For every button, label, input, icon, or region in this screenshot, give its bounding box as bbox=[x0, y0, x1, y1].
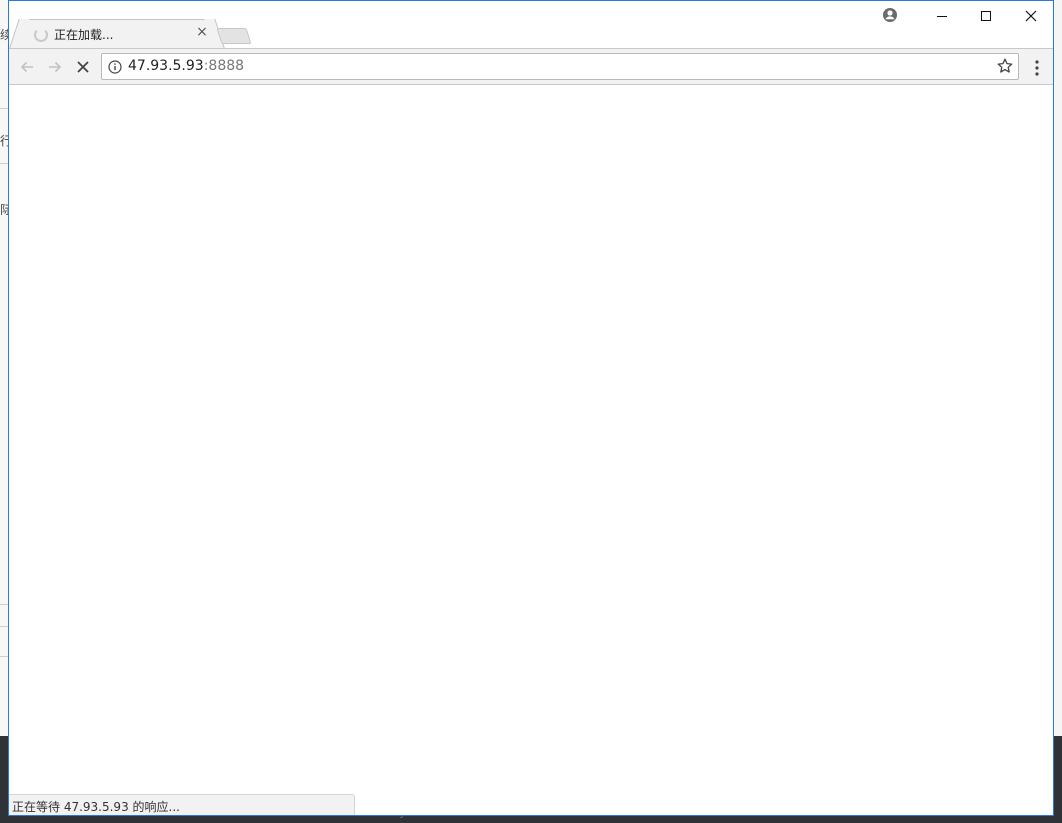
background-divider bbox=[0, 626, 8, 627]
background-text-fragment: 续 bbox=[0, 28, 8, 42]
close-window-button[interactable] bbox=[1008, 1, 1054, 31]
info-icon[interactable] bbox=[108, 59, 122, 74]
browser-window: 正在加载... × 47.93.5.93:8888 正在等待 47.93.5.9… bbox=[8, 0, 1054, 816]
profile-icon[interactable] bbox=[882, 7, 898, 23]
url-text[interactable]: 47.93.5.93:8888 bbox=[128, 58, 244, 74]
url-host: 47.93.5.93 bbox=[128, 58, 204, 74]
stop-button[interactable] bbox=[71, 55, 95, 79]
page-content-area[interactable] bbox=[9, 85, 1053, 815]
tab-close-button[interactable]: × bbox=[194, 24, 210, 40]
tab-title: 正在加载... bbox=[54, 28, 114, 42]
stop-icon bbox=[77, 61, 89, 73]
background-divider bbox=[0, 656, 8, 657]
bookmark-star-icon[interactable] bbox=[996, 57, 1014, 75]
maximize-icon bbox=[981, 11, 991, 21]
active-tab[interactable]: 正在加载... × bbox=[19, 19, 215, 48]
background-divider bbox=[0, 163, 8, 164]
close-icon bbox=[1025, 10, 1037, 22]
background-text-fragment: 际 bbox=[0, 203, 8, 217]
address-bar[interactable]: 47.93.5.93:8888 bbox=[101, 53, 1019, 80]
minimize-button[interactable] bbox=[919, 1, 965, 31]
browser-toolbar: 47.93.5.93:8888 bbox=[9, 48, 1053, 85]
back-arrow-icon bbox=[20, 61, 33, 73]
kebab-menu-icon[interactable] bbox=[1029, 59, 1045, 77]
back-button[interactable] bbox=[15, 55, 39, 79]
minimize-icon bbox=[937, 16, 947, 17]
status-bubble: 正在等待 47.93.5.93 的响应... bbox=[9, 794, 355, 815]
url-port: :8888 bbox=[203, 58, 245, 74]
new-tab-button[interactable] bbox=[216, 28, 252, 44]
maximize-button[interactable] bbox=[963, 1, 1009, 31]
background-divider bbox=[0, 108, 8, 109]
title-bar: 正在加载... × bbox=[9, 1, 1053, 48]
forward-arrow-icon bbox=[49, 61, 62, 73]
forward-button[interactable] bbox=[43, 55, 67, 79]
loading-spinner-icon bbox=[34, 28, 48, 42]
background-text-fragment: 行 bbox=[0, 134, 8, 148]
background-divider bbox=[0, 604, 8, 605]
background-window-right-strip bbox=[1054, 0, 1062, 736]
background-window-strip: 续 行 际 bbox=[0, 0, 8, 823]
